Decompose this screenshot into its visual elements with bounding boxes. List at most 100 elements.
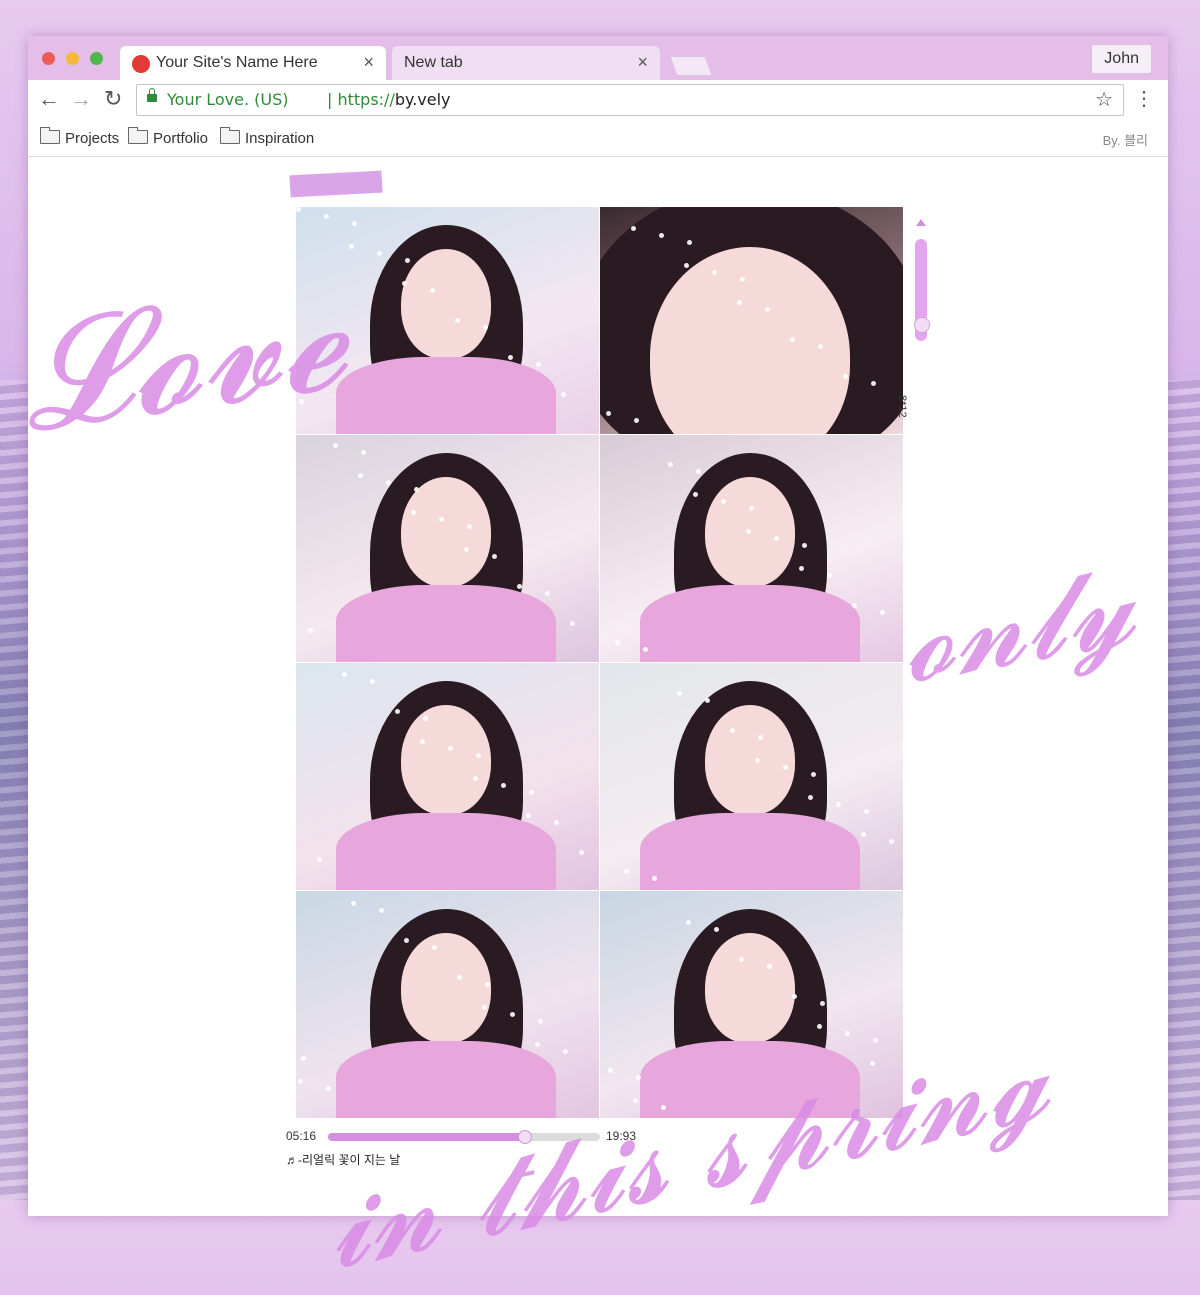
scroll-thumb[interactable] <box>914 317 930 333</box>
gallery-photo[interactable] <box>600 435 903 662</box>
toolbar: ← → ↻ Your Love. (US) | https://by.vely … <box>28 80 1168 120</box>
sparkle <box>464 547 469 552</box>
sparkle <box>386 480 391 485</box>
face-shape <box>705 705 795 815</box>
maximize-dot[interactable] <box>90 52 103 65</box>
face-shape <box>401 705 491 815</box>
sparkle <box>677 691 682 696</box>
sparkle <box>880 610 885 615</box>
minimize-dot[interactable] <box>66 52 79 65</box>
sparkle <box>792 994 797 999</box>
gallery-photo[interactable] <box>296 435 599 662</box>
gallery-photo[interactable] <box>296 891 599 1118</box>
sparkle <box>517 584 522 589</box>
close-icon[interactable]: × <box>637 52 648 73</box>
profile-button[interactable]: John <box>1091 44 1152 74</box>
sparkle <box>817 1024 822 1029</box>
sparkle <box>333 443 338 448</box>
elapsed-time: 05:16 <box>286 1129 317 1143</box>
sparkle <box>889 839 894 844</box>
sparkle <box>570 621 575 626</box>
sparkle <box>501 783 506 788</box>
sparkle <box>473 776 478 781</box>
sparkle <box>746 529 751 534</box>
sparkle <box>730 728 735 733</box>
sparkle <box>476 753 481 758</box>
sparkle <box>361 450 366 455</box>
bookmark-projects[interactable]: Projects <box>40 127 119 147</box>
gallery-photo[interactable] <box>600 207 903 434</box>
back-arrow-icon[interactable]: ← <box>38 86 60 112</box>
sparkle <box>402 281 407 286</box>
sparkle <box>342 672 347 677</box>
gallery-photo[interactable] <box>600 663 903 890</box>
tab-active[interactable]: Your Site's Name Here × <box>120 46 386 80</box>
sparkle <box>758 735 763 740</box>
sparkle <box>636 1075 641 1080</box>
sparkle <box>301 1056 306 1061</box>
gallery-photo[interactable] <box>296 663 599 890</box>
bookmark-inspiration[interactable]: Inspiration <box>220 127 314 147</box>
menu-icon[interactable]: ⋮ <box>1134 86 1154 111</box>
sparkle <box>467 524 472 529</box>
sparkle <box>545 591 550 596</box>
sparkle <box>767 964 772 969</box>
close-dot[interactable] <box>42 52 55 65</box>
sparkle <box>608 1068 613 1073</box>
sparkle <box>802 543 807 548</box>
sparkle <box>508 355 513 360</box>
sparkle <box>606 411 611 416</box>
sparkle <box>420 739 425 744</box>
sparkle <box>423 716 428 721</box>
sparkle <box>579 850 584 855</box>
sparkle <box>526 813 531 818</box>
tab-new[interactable]: New tab × <box>392 46 660 80</box>
scroll-up-icon[interactable] <box>916 219 926 226</box>
sparkle <box>755 758 760 763</box>
sparkle <box>864 809 869 814</box>
sparkle <box>687 240 692 245</box>
sparkle <box>818 344 823 349</box>
sparkle <box>411 510 416 515</box>
sparkle <box>308 628 313 633</box>
sparkle <box>739 957 744 962</box>
url-scheme: https:// <box>337 90 395 109</box>
address-bar[interactable]: Your Love. (US) | https://by.vely ☆ <box>136 84 1124 116</box>
sparkle <box>457 975 462 980</box>
vertical-scrollbar[interactable] <box>914 219 930 341</box>
sparkle <box>836 802 841 807</box>
url-text: | https://by.vely <box>327 90 451 109</box>
sparkle <box>712 270 717 275</box>
sparkle <box>529 790 534 795</box>
shirt-shape <box>336 1041 556 1118</box>
sparkle <box>405 258 410 263</box>
new-tab-button[interactable] <box>669 56 713 76</box>
forward-arrow-icon[interactable]: → <box>70 86 92 112</box>
sparkle <box>845 1031 850 1036</box>
sparkle <box>668 462 673 467</box>
close-icon[interactable]: × <box>363 52 374 73</box>
sparkle <box>790 337 795 342</box>
sparkle <box>740 277 745 282</box>
sparkle <box>298 1079 303 1084</box>
sparkle <box>634 418 639 423</box>
sparkle <box>561 392 566 397</box>
sparkle <box>783 765 788 770</box>
sparkle <box>643 647 648 652</box>
scroll-label: 8*12 <box>896 395 908 418</box>
sparkle <box>693 492 698 497</box>
sparkle <box>624 869 629 874</box>
sparkle <box>483 325 488 330</box>
secure-label: Your Love. (US) <box>167 90 289 109</box>
sparkle <box>430 288 435 293</box>
bookmark-portfolio[interactable]: Portfolio <box>128 127 208 147</box>
sparkle <box>820 1001 825 1006</box>
sparkle <box>352 221 357 226</box>
reload-icon[interactable]: ↻ <box>104 86 122 112</box>
shirt-shape <box>640 813 860 890</box>
tab-title: Your Site's Name Here <box>156 54 318 71</box>
sparkle <box>432 945 437 950</box>
star-icon[interactable]: ☆ <box>1095 87 1113 112</box>
sparkle <box>871 381 876 386</box>
favicon <box>132 55 150 73</box>
